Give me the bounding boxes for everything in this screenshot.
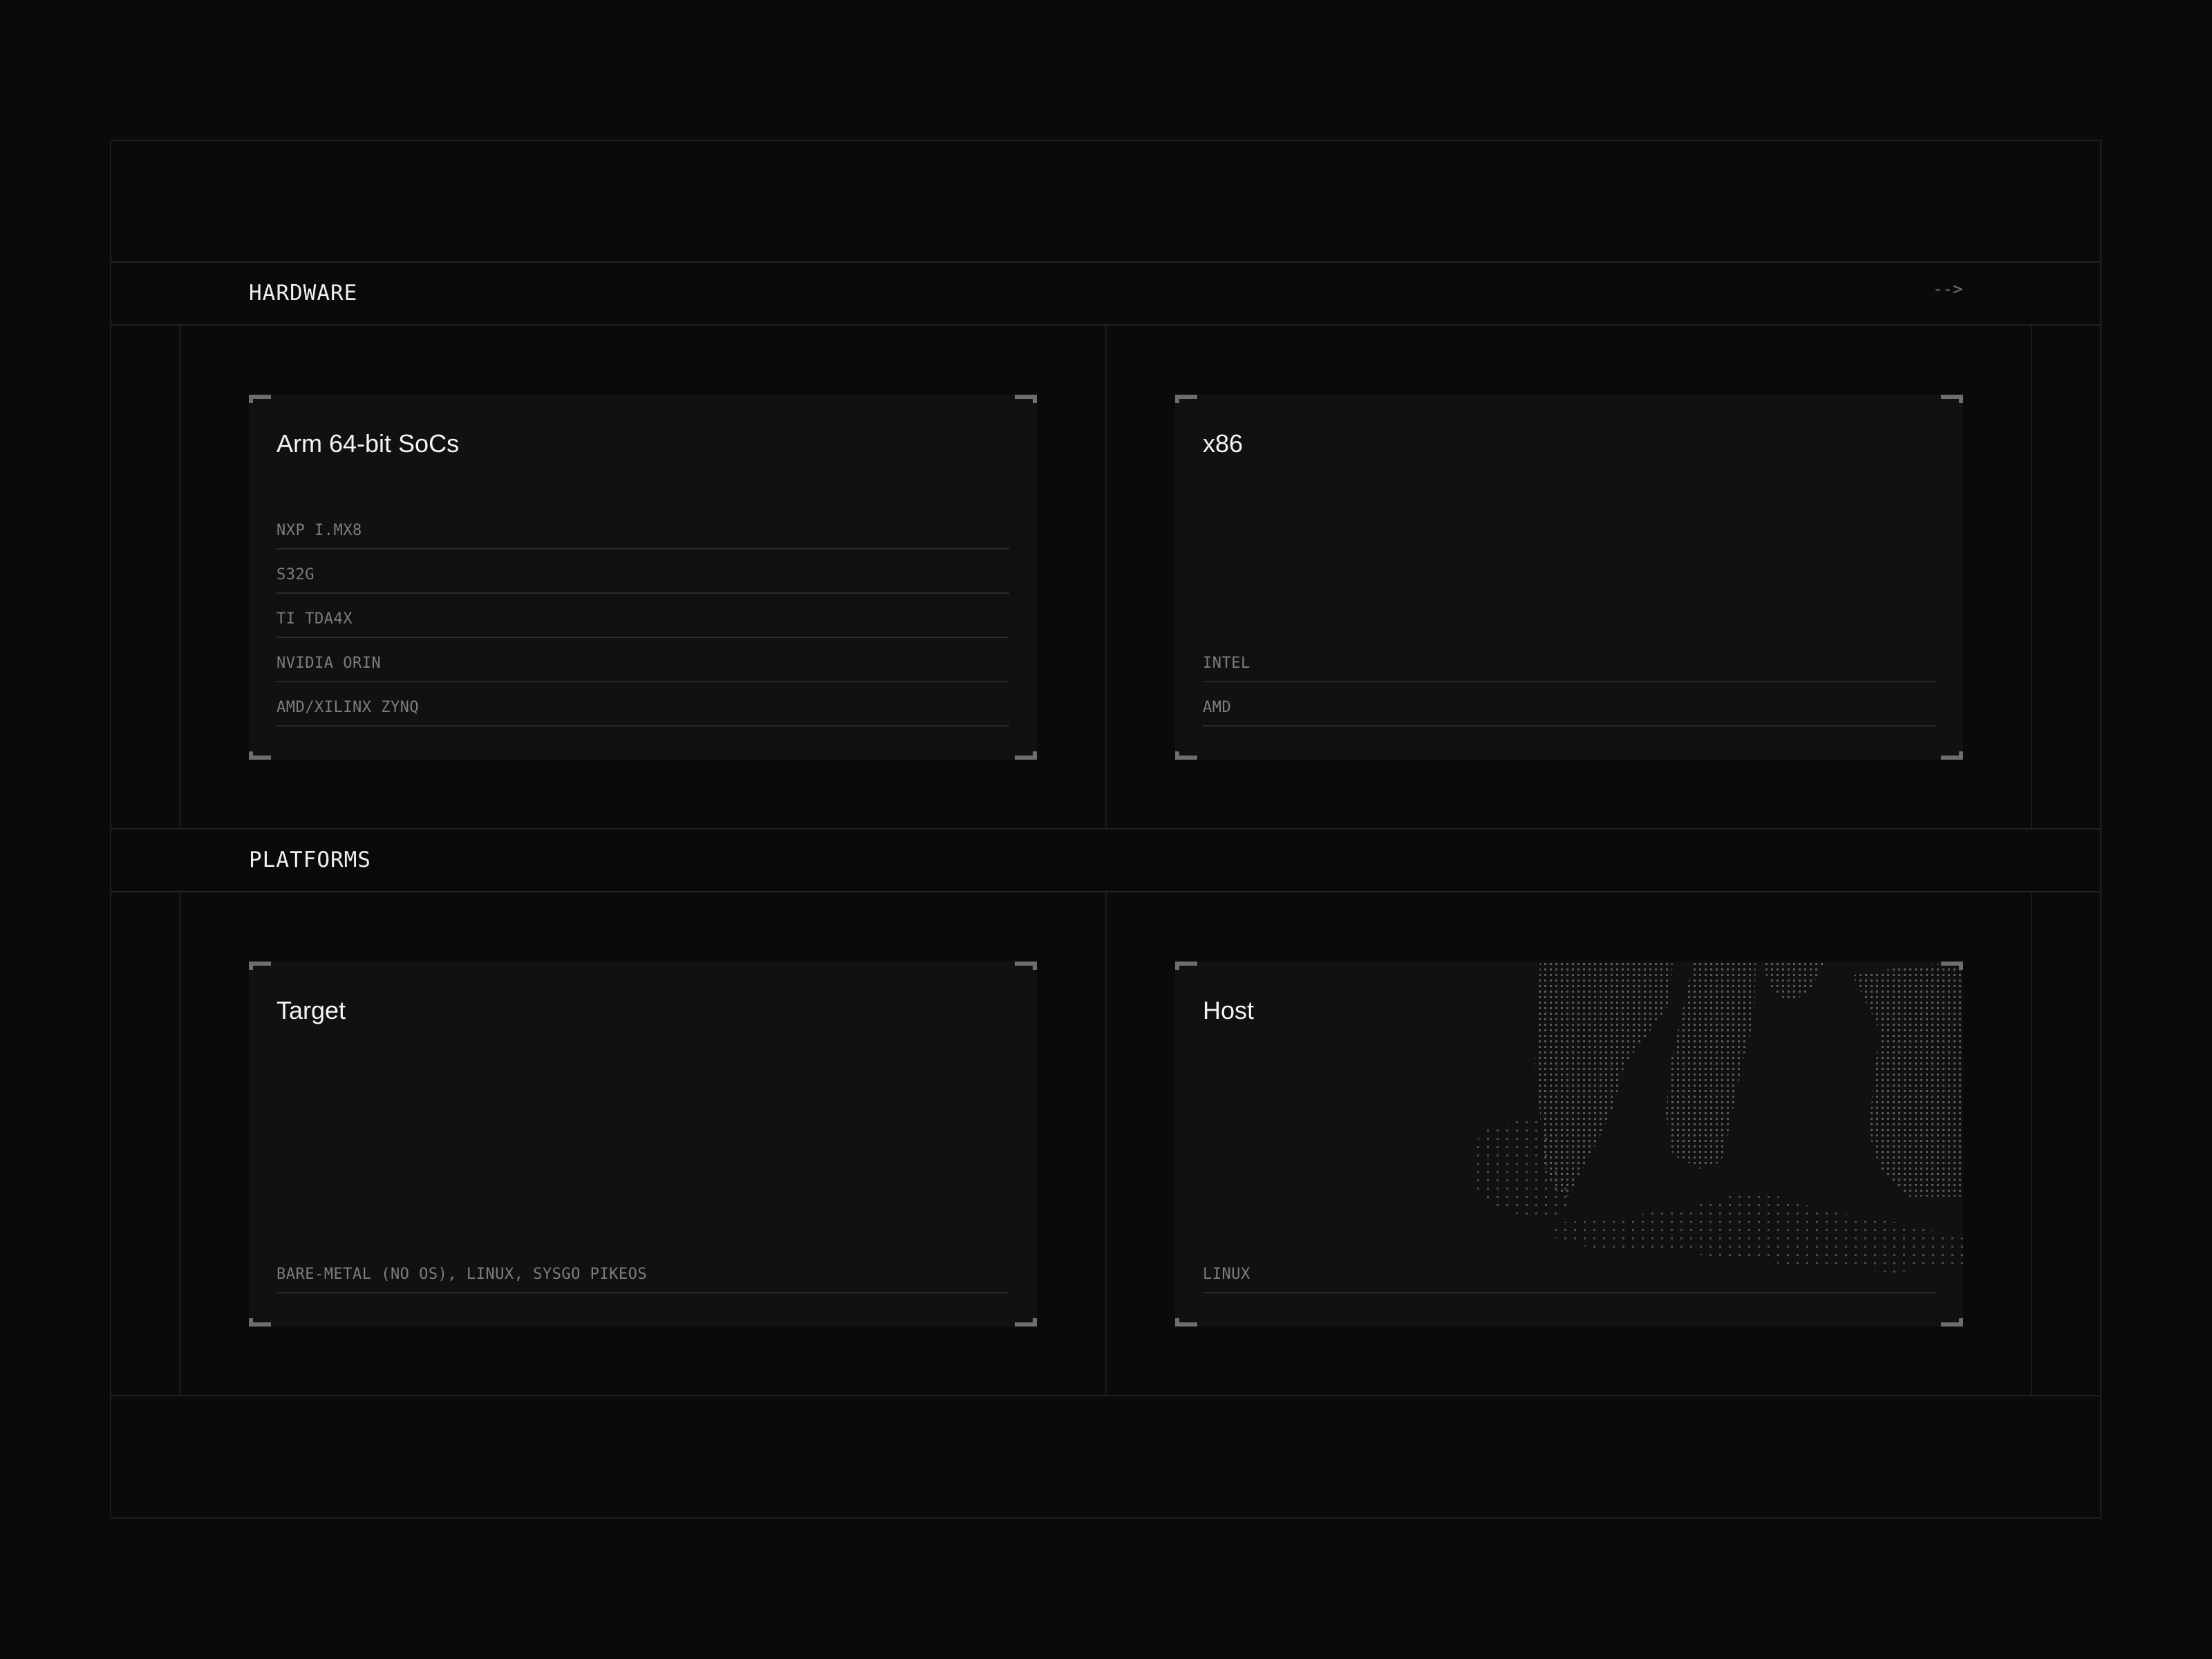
card-arm-socs: Arm 64-bit SoCs NXP I.MX8 S32G TI TDA4X … [249, 395, 1037, 760]
list-item: TI TDA4X [276, 594, 1009, 638]
section-title-hardware: HARDWARE [249, 281, 358, 306]
divider [110, 261, 2101, 263]
corner-bracket-icon [1941, 1318, 1963, 1327]
corner-bracket-icon [249, 962, 271, 970]
list-item: AMD/XILINX ZYNQ [276, 682, 1009, 727]
list-item: NVIDIA ORIN [276, 638, 1009, 682]
list-item: S32G [276, 550, 1009, 594]
list-item: LINUX [1203, 1249, 1936, 1293]
card-title: x86 [1203, 429, 1244, 458]
corner-bracket-icon [1175, 962, 1197, 970]
card-title: Host [1203, 996, 1255, 1024]
list-item: BARE-METAL (NO OS), LINUX, SYSGO PIKEOS [276, 1249, 1009, 1293]
card-host: Host LINUX [1175, 962, 1963, 1327]
divider [2031, 325, 2032, 829]
arrow-icon[interactable]: --> [1933, 279, 1962, 299]
corner-bracket-icon [249, 395, 271, 403]
divider [2031, 892, 2032, 1396]
corner-bracket-icon [1175, 751, 1197, 760]
list-item: INTEL [1203, 638, 1936, 682]
corner-bracket-icon [1175, 395, 1197, 403]
corner-bracket-icon [1175, 1318, 1197, 1327]
divider [179, 325, 180, 829]
divider [179, 892, 180, 1396]
divider [1105, 325, 1107, 829]
section-title-platforms: PLATFORMS [249, 847, 371, 872]
item-list: LINUX [1203, 1249, 1936, 1293]
corner-bracket-icon [1941, 395, 1963, 403]
card-x86: x86 INTEL AMD [1175, 395, 1963, 760]
corner-bracket-icon [249, 751, 271, 760]
list-item: NXP I.MX8 [276, 505, 1009, 550]
card-title: Arm 64-bit SoCs [276, 429, 460, 458]
corner-bracket-icon [1015, 395, 1037, 403]
corner-bracket-icon [1941, 962, 1963, 970]
card-title: Target [276, 996, 346, 1024]
corner-bracket-icon [249, 1318, 271, 1327]
item-list: BARE-METAL (NO OS), LINUX, SYSGO PIKEOS [276, 1249, 1009, 1293]
item-list: INTEL AMD [1203, 638, 1936, 727]
corner-bracket-icon [1941, 751, 1963, 760]
corner-bracket-icon [1015, 751, 1037, 760]
card-target: Target BARE-METAL (NO OS), LINUX, SYSGO … [249, 962, 1037, 1327]
divider [1105, 892, 1107, 1396]
list-item: AMD [1203, 682, 1936, 727]
item-list: NXP I.MX8 S32G TI TDA4X NVIDIA ORIN AMD/… [276, 505, 1009, 727]
corner-bracket-icon [1015, 962, 1037, 970]
corner-bracket-icon [1015, 1318, 1037, 1327]
